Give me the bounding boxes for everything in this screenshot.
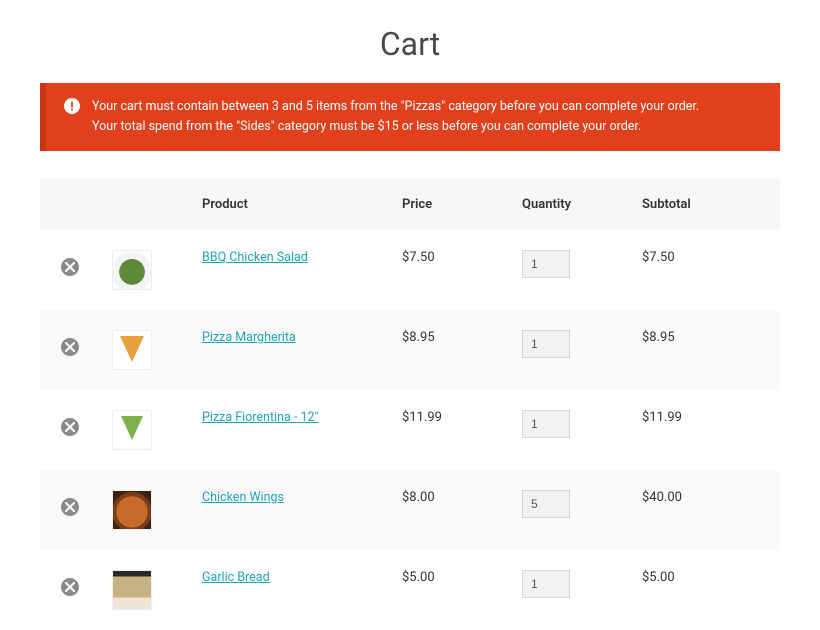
subtotal-value: $8.95	[642, 330, 675, 345]
close-icon	[65, 582, 75, 592]
price-value: $5.00	[402, 570, 435, 585]
quantity-input[interactable]	[522, 490, 570, 518]
product-thumbnail[interactable]	[112, 490, 152, 530]
error-alert: Your cart must contain between 3 and 5 i…	[40, 83, 780, 151]
product-thumbnail[interactable]	[112, 410, 152, 450]
cart-table: Product Price Quantity Subtotal BBQ Chic…	[40, 179, 780, 630]
table-row: Pizza Margherita $8.95 $8.95	[40, 310, 780, 390]
quantity-input[interactable]	[522, 330, 570, 358]
remove-button[interactable]	[61, 498, 79, 516]
remove-button[interactable]	[61, 578, 79, 596]
subtotal-value: $40.00	[642, 490, 682, 505]
cart-container: Your cart must contain between 3 and 5 i…	[0, 83, 820, 630]
remove-button[interactable]	[61, 338, 79, 356]
col-remove-header	[40, 179, 100, 230]
product-link[interactable]: Chicken Wings	[202, 490, 284, 505]
alert-text: Your cart must contain between 3 and 5 i…	[92, 97, 699, 137]
price-value: $8.95	[402, 330, 435, 345]
table-row: Pizza Fiorentina - 12" $11.99 $11.99	[40, 390, 780, 470]
close-icon	[65, 262, 75, 272]
alert-icon	[64, 98, 80, 121]
product-thumbnail[interactable]	[112, 250, 152, 290]
subtotal-value: $7.50	[642, 250, 675, 265]
col-subtotal-header: Subtotal	[630, 179, 780, 230]
product-thumbnail[interactable]	[112, 570, 152, 610]
close-icon	[65, 502, 75, 512]
quantity-input[interactable]	[522, 250, 570, 278]
subtotal-value: $5.00	[642, 570, 675, 585]
col-qty-header: Quantity	[510, 179, 630, 230]
table-row: BBQ Chicken Salad $7.50 $7.50	[40, 230, 780, 310]
alert-line-2: Your total spend from the "Sides" catego…	[92, 117, 699, 137]
close-icon	[65, 422, 75, 432]
product-link[interactable]: Pizza Fiorentina - 12"	[202, 410, 319, 425]
alert-line-1: Your cart must contain between 3 and 5 i…	[92, 97, 699, 117]
page-title: Cart	[0, 0, 820, 83]
col-product-header: Product	[190, 179, 390, 230]
price-value: $11.99	[402, 410, 442, 425]
product-link[interactable]: BBQ Chicken Salad	[202, 250, 308, 265]
remove-button[interactable]	[61, 258, 79, 276]
quantity-input[interactable]	[522, 410, 570, 438]
product-link[interactable]: Garlic Bread	[202, 570, 270, 585]
col-thumb-header	[100, 179, 190, 230]
remove-button[interactable]	[61, 418, 79, 436]
quantity-input[interactable]	[522, 570, 570, 598]
subtotal-value: $11.99	[642, 410, 682, 425]
product-thumbnail[interactable]	[112, 330, 152, 370]
price-value: $8.00	[402, 490, 435, 505]
price-value: $7.50	[402, 250, 435, 265]
table-row: Chicken Wings $8.00 $40.00	[40, 470, 780, 550]
table-row: Garlic Bread $5.00 $5.00	[40, 550, 780, 630]
close-icon	[65, 342, 75, 352]
product-link[interactable]: Pizza Margherita	[202, 330, 296, 345]
col-price-header: Price	[390, 179, 510, 230]
